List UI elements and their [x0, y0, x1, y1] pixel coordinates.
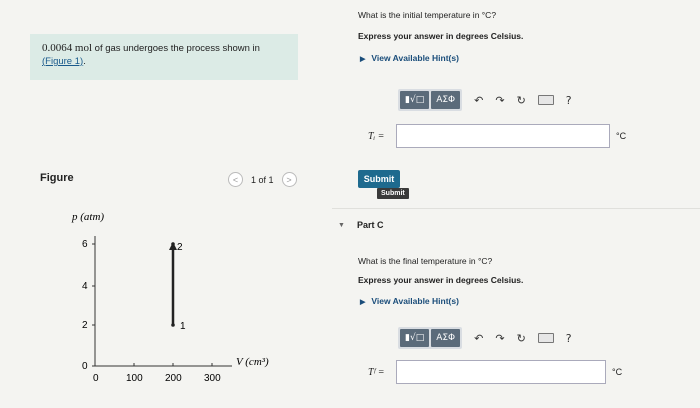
submit-tooltip: Submit [377, 188, 409, 199]
x-tick-label: 300 [204, 373, 221, 384]
final-temp-unit: °C [612, 367, 623, 377]
final-temp-label: Tᶠ = [368, 366, 385, 378]
problem-suffix: . [83, 56, 86, 67]
pv-graph: p (atm) 0 2 4 6 0 100 200 300 V (cm³) 1 … [71, 211, 269, 384]
part-b-answer-row: Tᵢ = °C [368, 124, 626, 148]
submit-button[interactable]: Submit [358, 170, 400, 188]
greek-symbols-button[interactable]: ΑΣΦ [431, 91, 461, 109]
keyboard-icon[interactable] [537, 95, 554, 105]
help-icon[interactable]: ? [566, 94, 572, 107]
initial-temp-label: Tᵢ = [368, 130, 385, 142]
templates-button[interactable]: ▮√□ [400, 91, 430, 109]
hints-label: View Available Hint(s) [371, 53, 459, 63]
initial-temp-unit: °C [616, 131, 627, 141]
y-tick-label: 0 [82, 361, 88, 372]
greek-symbols-button[interactable]: ΑΣΦ [431, 329, 461, 347]
next-figure-button[interactable]: > [281, 172, 297, 187]
figure-pager: < 1 of 1 > [228, 172, 297, 187]
expand-triangle-icon: ▶ [360, 56, 366, 63]
redo-icon[interactable]: ↷ [495, 332, 504, 345]
initial-temp-input[interactable] [396, 124, 610, 148]
figure-link[interactable]: (Figure 1) [42, 56, 83, 67]
point-1-label: 1 [180, 321, 186, 332]
x-tick-label: 100 [126, 373, 143, 384]
problem-text: of gas undergoes the process shown in [92, 43, 260, 54]
x-tick-label: 200 [165, 373, 182, 384]
keyboard-icon[interactable] [537, 333, 554, 343]
part-c-title: Part C [356, 220, 384, 230]
format-button-group: ▮√□ ΑΣΦ [398, 89, 463, 111]
x-tick-label: 0 [93, 373, 99, 384]
undo-icon[interactable]: ↶ [474, 94, 483, 107]
reset-icon[interactable]: ↻ [517, 94, 526, 107]
undo-icon[interactable]: ↶ [474, 332, 483, 345]
y-tick-label: 4 [82, 281, 88, 292]
part-b-hints-link[interactable]: ▶ View Available Hint(s) [360, 53, 459, 63]
part-c-equation-toolbar: ▮√□ ΑΣΦ ↶ ↷ ↻ ? [398, 327, 572, 349]
point-1-marker [171, 323, 175, 327]
y-ticks: 0 2 4 6 [82, 239, 95, 372]
collapse-caret-icon: ▼ [338, 221, 345, 229]
format-button-group: ▮√□ ΑΣΦ [398, 327, 463, 349]
hints-label: View Available Hint(s) [371, 296, 459, 306]
reset-icon[interactable]: ↻ [517, 332, 526, 345]
part-c-answer-row: Tᶠ = °C [368, 360, 622, 384]
expand-triangle-icon: ▶ [360, 299, 366, 306]
amount: 0.0064 [42, 42, 73, 54]
part-c-instruction: Express your answer in degrees Celsius. [358, 275, 524, 285]
figure-label: Figure [40, 172, 74, 184]
section-divider [332, 208, 700, 209]
y-tick-label: 2 [82, 320, 88, 331]
part-b-question: What is the initial temperature in °C? [358, 10, 497, 20]
prev-figure-button[interactable]: < [228, 172, 243, 187]
help-icon[interactable]: ? [566, 332, 572, 345]
x-axis-label: V (cm³) [236, 356, 269, 368]
point-2-label: 2 [177, 242, 183, 253]
problem-statement: 0.0064 mol of gas undergoes the process … [30, 34, 298, 80]
point-2-marker [171, 242, 175, 246]
page-indicator: 1 of 1 [251, 174, 274, 185]
final-temp-input[interactable] [396, 360, 606, 384]
templates-button[interactable]: ▮√□ [400, 329, 430, 347]
part-c-header[interactable]: ▼ Part C [338, 220, 383, 230]
y-tick-label: 6 [82, 239, 88, 250]
part-c-hints-link[interactable]: ▶ View Available Hint(s) [360, 296, 459, 306]
part-c-question: What is the final temperature in °C? [358, 256, 493, 266]
redo-icon[interactable]: ↷ [495, 94, 504, 107]
y-axis-label: p (atm) [71, 211, 104, 223]
amount-unit: mol [74, 42, 93, 54]
part-b-equation-toolbar: ▮√□ ΑΣΦ ↶ ↷ ↻ ? [398, 89, 572, 111]
part-b-instruction: Express your answer in degrees Celsius. [358, 31, 524, 41]
